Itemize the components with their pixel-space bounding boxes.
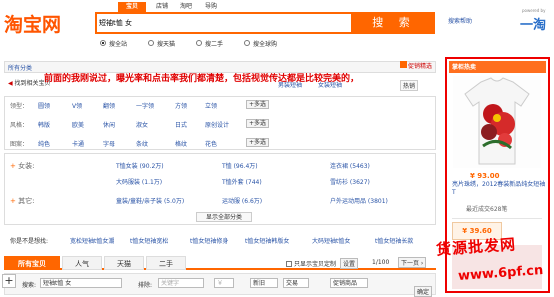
category-link[interactable]: 童装/童鞋/亲子装 (5.0万) — [116, 196, 184, 205]
tab-items[interactable]: 宝贝 — [118, 2, 146, 12]
all-categories-link[interactable]: 所有分类 — [8, 63, 32, 72]
tab-popular[interactable]: 人气 — [62, 256, 102, 270]
show-all-categories-button[interactable]: 显示全部分类 — [196, 212, 252, 222]
promo-select[interactable]: 促销商品 — [330, 278, 368, 288]
filter-tag[interactable]: 圆领 — [38, 101, 50, 110]
filter-tag[interactable]: 一字领 — [136, 101, 154, 110]
radio-icon — [100, 40, 106, 46]
taobao-logo[interactable]: 淘宝网 — [4, 10, 61, 37]
exclude-input[interactable]: 关键字 — [158, 278, 204, 288]
tab-guide[interactable]: 导购 — [197, 2, 225, 12]
suggest-link[interactable]: t恤女短袖韩版女 — [245, 236, 289, 245]
filter-tag[interactable]: 立领 — [205, 101, 217, 110]
red-caption: 前面的我刚说过，曝光率和点击率我们都清楚，包括视觉传达都是比较完美的， — [44, 74, 360, 84]
promo-product-link[interactable]: 亮片珠绣，2012春装新品纯女短袖T — [452, 181, 548, 197]
filter-tag[interactable]: 卡通 — [72, 139, 84, 148]
tab-all-items[interactable]: 所有宝贝 — [4, 256, 60, 270]
checkbox-icon — [286, 260, 292, 267]
category-link[interactable]: 连衣裙 (5463) — [330, 161, 370, 170]
radio-icon — [196, 40, 202, 46]
page-indicator: 1/100 — [372, 259, 390, 266]
promo-title: 掌柜热卖 — [452, 64, 477, 71]
filter-tag[interactable]: 翻领 — [103, 101, 115, 110]
category-link[interactable]: T恤外套 (744) — [222, 177, 262, 186]
filter-label-pattern: 图案： — [10, 141, 29, 148]
next-page-button[interactable]: 下一页 › — [398, 257, 427, 268]
bullet-icon: + — [10, 162, 16, 170]
filter-tag[interactable]: 原创设计 — [205, 120, 229, 129]
suggest-link[interactable]: t恤女短袖长款 — [375, 236, 413, 245]
price-min-input[interactable]: ￥ — [214, 278, 234, 288]
tab-forums[interactable]: 淘吧 — [172, 2, 200, 12]
category-link[interactable]: 雪纺衫 (3627) — [330, 177, 370, 186]
filter-tag[interactable]: 欧美 — [72, 120, 84, 129]
custom-only-toggle[interactable]: 只显示宝贝定制 — [286, 259, 336, 268]
multi-select-button[interactable]: +多选 — [246, 119, 270, 128]
product-image[interactable] — [453, 76, 541, 168]
filter-tag[interactable]: 方领 — [175, 101, 187, 110]
refine-search-input[interactable]: 短袖t恤 女 — [40, 278, 122, 288]
tshirt-icon — [464, 77, 530, 165]
multi-select-button[interactable]: +多选 — [246, 100, 270, 109]
multi-select-button[interactable]: +多选 — [246, 138, 270, 147]
filter-tag[interactable]: 日式 — [175, 120, 187, 129]
promo-sold-count: 最近成交628笔 — [466, 206, 508, 213]
bullet-icon: + — [10, 197, 16, 205]
suggest-link[interactable]: t恤女短袖宽松 — [130, 236, 168, 245]
trade-select[interactable]: 交易 — [283, 278, 309, 288]
refine-search-label: 搜索: — [22, 282, 37, 289]
scope-tmall[interactable]: 搜天猫 — [148, 38, 175, 48]
settings-button[interactable]: 设置 — [340, 258, 359, 269]
filter-tag[interactable]: 淑女 — [136, 120, 148, 129]
etao-logo[interactable]: 一淘 — [520, 14, 546, 33]
category-link[interactable]: 大码服装 (1.1万) — [116, 177, 162, 186]
promo-icon — [400, 61, 407, 68]
filter-label-style: 风格： — [10, 122, 29, 129]
scope-secondhand[interactable]: 搜二手 — [196, 38, 223, 48]
filter-tag[interactable]: 花色 — [205, 139, 217, 148]
promo-select-tag[interactable]: 促销精选 — [400, 61, 436, 72]
filter-tag[interactable]: 休闲 — [103, 120, 115, 129]
category-link[interactable]: 户外运动用品 (3801) — [330, 196, 388, 205]
suggest-label: 你是不是想找: — [10, 238, 49, 245]
filter-tag[interactable]: V领 — [72, 101, 82, 110]
exclude-label: 排除: — [138, 282, 153, 289]
speaker-icon: ◀ — [8, 80, 13, 87]
tab-tmall[interactable]: 天猫 — [104, 256, 144, 270]
expand-icon[interactable]: + — [2, 274, 16, 288]
search-input[interactable] — [99, 16, 299, 30]
suggest-link[interactable]: 大码短袖t恤女 — [312, 236, 350, 245]
radio-icon — [148, 40, 154, 46]
tab-secondhand[interactable]: 二手 — [146, 256, 186, 270]
scope-global[interactable]: 搜全球购 — [244, 38, 277, 48]
powered-by: powered by — [522, 8, 546, 13]
condition-select[interactable]: 新旧 — [250, 278, 278, 288]
filter-label-collar: 领型： — [10, 103, 29, 110]
category-link[interactable]: T恤女装 (90.2万) — [116, 161, 164, 170]
radio-icon — [244, 40, 250, 46]
divider — [452, 218, 542, 219]
search-box — [95, 12, 353, 34]
filter-tag[interactable]: 纯色 — [38, 139, 50, 148]
suggest-link[interactable]: t恤女短袖修身 — [190, 236, 228, 245]
category-link[interactable]: T恤 (96.4万) — [222, 161, 258, 170]
promo-price: ¥ 93.00 — [470, 172, 500, 180]
search-button[interactable]: 搜 索 — [353, 12, 435, 34]
search-help-link[interactable]: 搜索帮助 — [448, 16, 472, 25]
suggest-link[interactable]: 宽松短袖t恤女潮 — [70, 236, 114, 245]
scope-all[interactable]: 搜全站 — [100, 38, 127, 48]
category-link[interactable]: 运动服 (6.6万) — [222, 196, 262, 205]
confirm-button[interactable]: 确定 — [414, 286, 433, 297]
hot-button[interactable]: 热销 — [400, 80, 419, 91]
filter-tag[interactable]: 韩版 — [38, 120, 50, 129]
filter-tag[interactable]: 格纹 — [175, 139, 187, 148]
other-category-label: + 其它: — [10, 197, 35, 205]
women-category-label: + 女装: — [10, 162, 35, 170]
filter-tag[interactable]: 字母 — [103, 139, 115, 148]
filter-tag[interactable]: 条纹 — [136, 139, 148, 148]
